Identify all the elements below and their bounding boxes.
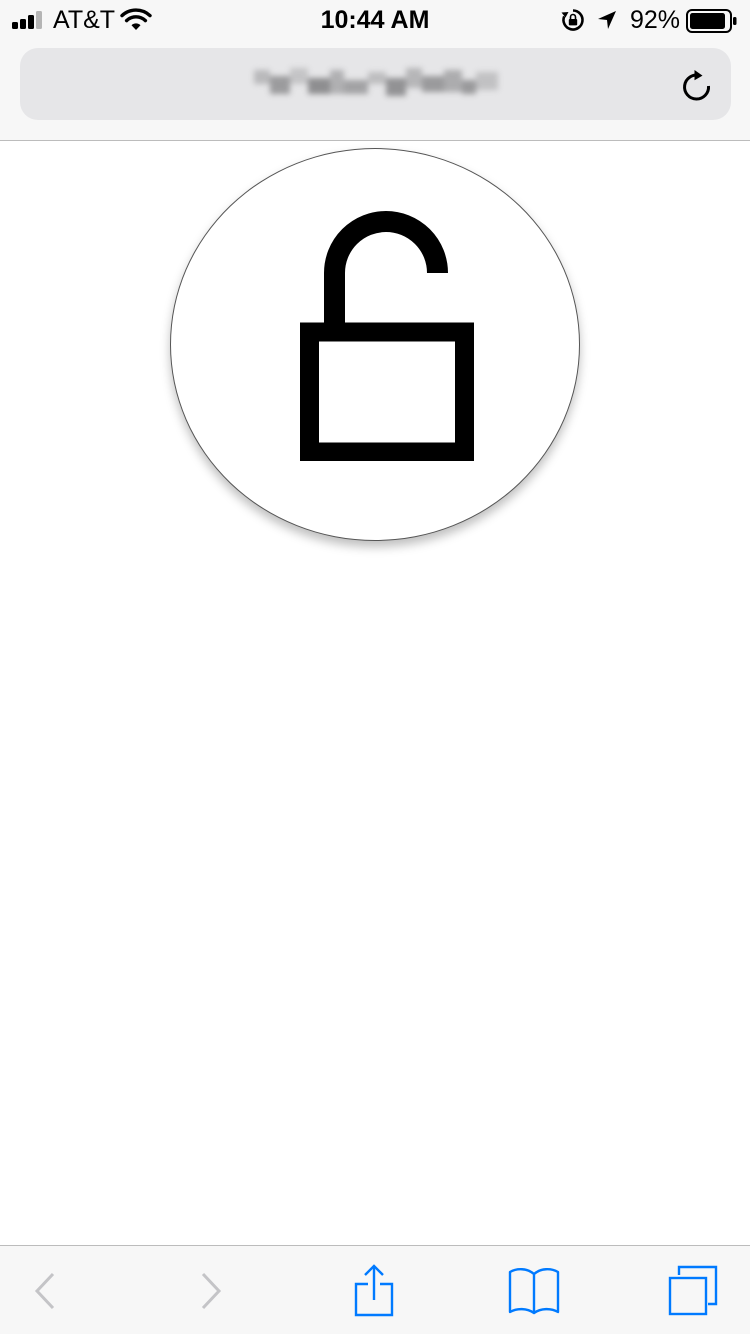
reload-button[interactable]	[675, 64, 719, 108]
url-text[interactable]	[252, 66, 500, 102]
browser-toolbar	[0, 1245, 750, 1334]
forward-icon	[201, 1272, 222, 1309]
lock-circle[interactable]	[170, 148, 580, 541]
battery-icon	[686, 9, 738, 38]
share-button[interactable]	[329, 1246, 419, 1334]
safari-screen: AT&T 10:44 AM 92%	[0, 0, 750, 1334]
tabs-button[interactable]	[648, 1246, 738, 1334]
bookmarks-icon	[508, 1267, 560, 1314]
browser-top-chrome: AT&T 10:44 AM 92%	[0, 0, 750, 141]
unlocked-padlock-icon	[300, 211, 474, 461]
orientation-lock-icon	[560, 8, 586, 37]
location-arrow-icon	[596, 9, 618, 36]
share-icon	[354, 1263, 394, 1316]
forward-button[interactable]	[166, 1246, 256, 1334]
status-bar: AT&T 10:44 AM 92%	[0, 0, 750, 40]
bookmarks-button[interactable]	[489, 1246, 579, 1334]
redacted-url-pixelation	[254, 68, 498, 96]
address-bar[interactable]	[20, 48, 731, 120]
back-button[interactable]	[0, 1246, 90, 1334]
reload-icon	[683, 70, 711, 101]
battery-percentage: 92%	[630, 6, 681, 34]
back-icon	[34, 1272, 55, 1309]
web-content	[0, 142, 750, 1244]
tabs-icon	[668, 1265, 718, 1315]
